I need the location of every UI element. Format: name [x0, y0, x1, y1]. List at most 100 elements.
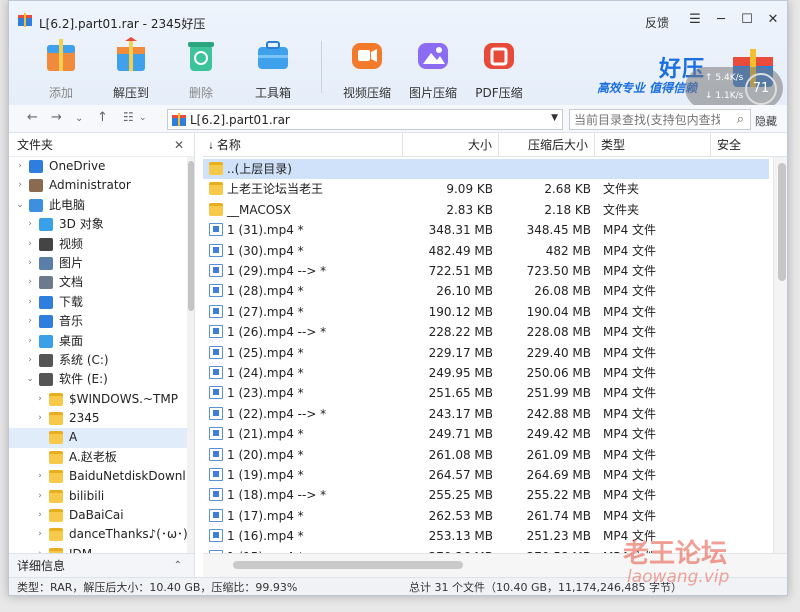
sidebar-item[interactable]: › 下载 [9, 293, 194, 312]
folder-tree-scroll-thumb[interactable] [188, 161, 194, 311]
file-row[interactable]: 1 (26).mp4 --> * 228.22 MB 228.08 MB MP4 文件 [203, 322, 769, 342]
file-row[interactable]: __MACOSX 2.83 KB 2.18 KB 文件夹 [203, 200, 769, 220]
close-panel-icon[interactable]: ✕ [174, 133, 184, 157]
image-compress-button[interactable]: 图片压缩 [403, 37, 463, 101]
search-icon[interactable]: ⌕ [737, 112, 744, 127]
column-size[interactable]: 大小 [403, 133, 499, 157]
file-row[interactable]: 1 (18).mp4 --> * 255.25 MB 255.22 MB MP4 文件 [203, 485, 769, 505]
chevron-right-icon[interactable]: › [25, 312, 35, 331]
column-type[interactable]: 类型 [595, 133, 711, 157]
column-compressed[interactable]: 压缩后大小 [499, 133, 595, 157]
chevron-right-icon[interactable]: › [25, 351, 35, 370]
column-name[interactable]: 🠗 名称 [203, 133, 403, 157]
hide-button[interactable]: 隐藏 [755, 113, 777, 129]
horizontal-scroll-thumb[interactable] [233, 561, 463, 569]
sidebar-item[interactable]: ⌄ 软件 (E:) [9, 370, 194, 389]
path-field[interactable]: L[6.2].part01.rar ▼ [167, 109, 563, 130]
chevron-down-icon[interactable]: ⌄ [25, 370, 35, 389]
chevron-right-icon[interactable]: › [35, 390, 45, 409]
back-arrow-icon[interactable]: ← [27, 110, 38, 125]
file-row[interactable]: 1 (28).mp4 * 26.10 MB 26.08 MB MP4 文件 [203, 281, 769, 301]
sidebar-item-label: 桌面 [59, 333, 84, 348]
chevron-right-icon[interactable]: › [25, 215, 35, 234]
minimize-icon[interactable]: ─ [711, 12, 731, 27]
sidebar-item[interactable]: › Administrator [9, 176, 194, 195]
extract-button[interactable]: 解压到 [101, 37, 161, 101]
sidebar-item[interactable]: › danceThanks♪(･ω･) [9, 525, 194, 544]
network-speed-widget[interactable]: ↑ 5.4K/s ↓ 1.1K/s 71 [685, 67, 783, 109]
file-row[interactable]: 1 (20).mp4 * 261.08 MB 261.09 MB MP4 文件 [203, 445, 769, 465]
file-row[interactable]: 1 (24).mp4 * 249.95 MB 250.06 MB MP4 文件 [203, 363, 769, 383]
sidebar-item[interactable]: › 2345 [9, 409, 194, 428]
file-name-cell: 上老王论坛当老王 [209, 179, 399, 199]
search-box[interactable]: ⌕ [569, 109, 751, 130]
view-mode-chevron-icon[interactable]: ⌄ [139, 113, 147, 123]
sidebar-item[interactable]: › 文档 [9, 273, 194, 292]
file-row[interactable]: 1 (25).mp4 * 229.17 MB 229.40 MB MP4 文件 [203, 343, 769, 363]
sidebar-item[interactable]: › bilibili [9, 487, 194, 506]
chevron-right-icon[interactable]: › [25, 235, 35, 254]
details-panel-header[interactable]: 详细信息 ⌃ [9, 553, 195, 577]
file-row[interactable]: 上老王论坛当老王 9.09 KB 2.68 KB 文件夹 [203, 179, 769, 199]
delete-button[interactable]: 删除 [171, 37, 231, 101]
file-row[interactable]: 1 (30).mp4 * 482.49 MB 482 MB MP4 文件 [203, 241, 769, 261]
chevron-right-icon[interactable]: › [15, 176, 25, 195]
file-list-scroll-thumb[interactable] [778, 163, 786, 281]
file-row[interactable]: 1 (19).mp4 * 264.57 MB 264.69 MB MP4 文件 [203, 465, 769, 485]
feedback-link[interactable]: 反馈 [645, 14, 669, 31]
sidebar-item[interactable]: › 桌面 [9, 332, 194, 351]
sidebar-item[interactable]: › 视频 [9, 235, 194, 254]
toolbox-button[interactable]: 工具箱 [243, 37, 303, 101]
folder-tree-scrollbar[interactable] [187, 157, 194, 553]
file-size: 229.17 MB [428, 345, 493, 360]
file-row[interactable]: 1 (23).mp4 * 251.65 MB 251.99 MB MP4 文件 [203, 383, 769, 403]
sidebar-item[interactable]: ⌄ 此电脑 [9, 196, 194, 215]
menu-icon[interactable]: ☰ [685, 12, 705, 27]
sidebar-item[interactable]: › BaiduNetdiskDownl [9, 467, 194, 486]
sidebar-item[interactable]: › OneDrive [9, 157, 194, 176]
history-chevron-icon[interactable]: ⌄ [75, 113, 83, 124]
view-mode-icon[interactable]: ☷ [123, 110, 134, 124]
sidebar-item[interactable]: A.赵老板 [9, 448, 194, 467]
sidebar-item[interactable]: › DaBaiCai [9, 506, 194, 525]
sidebar-item[interactable]: › 3D 对象 [9, 215, 194, 234]
file-name-cell: __MACOSX [209, 200, 399, 220]
chevron-right-icon[interactable]: › [25, 254, 35, 273]
sidebar-item[interactable]: › IDM [9, 545, 194, 553]
sidebar-item[interactable]: › 系统 (C:) [9, 351, 194, 370]
file-row[interactable]: ..(上层目录) [203, 159, 769, 180]
sidebar-item[interactable]: › 音乐 [9, 312, 194, 331]
up-arrow-icon[interactable]: ↑ [97, 110, 108, 125]
file-list-scrollbar[interactable] [773, 157, 787, 553]
close-icon[interactable]: ✕ [763, 12, 783, 27]
file-row[interactable]: 1 (27).mp4 * 190.12 MB 190.04 MB MP4 文件 [203, 302, 769, 322]
chevron-down-icon[interactable]: ⌄ [15, 196, 25, 215]
chevron-right-icon[interactable]: › [35, 409, 45, 428]
sidebar-item[interactable]: › 图片 [9, 254, 194, 273]
chevron-right-icon[interactable]: › [35, 487, 45, 506]
chevron-right-icon[interactable]: › [25, 273, 35, 292]
add-button[interactable]: 添加 [31, 37, 91, 101]
chevron-right-icon[interactable]: › [35, 525, 45, 544]
file-row[interactable]: 1 (31).mp4 * 348.31 MB 348.45 MB MP4 文件 [203, 220, 769, 240]
sidebar-item[interactable]: › $WINDOWS.~TMP [9, 390, 194, 409]
chevron-right-icon[interactable]: › [25, 293, 35, 312]
chevron-right-icon[interactable]: › [35, 467, 45, 486]
pdf-compress-button[interactable]: PDF压缩 [469, 37, 529, 101]
file-row[interactable]: 1 (22).mp4 --> * 243.17 MB 242.88 MB MP4 文件 [203, 404, 769, 424]
video-compress-button[interactable]: 视频压缩 [337, 37, 397, 101]
forward-arrow-icon[interactable]: → [51, 110, 62, 125]
chevron-right-icon[interactable]: › [15, 157, 25, 176]
chevron-right-icon[interactable]: › [25, 332, 35, 351]
path-dropdown-icon[interactable]: ▼ [551, 113, 558, 123]
search-input[interactable] [570, 110, 720, 129]
chevron-right-icon[interactable]: › [35, 506, 45, 525]
file-row[interactable]: 1 (21).mp4 * 249.71 MB 249.42 MB MP4 文件 [203, 424, 769, 444]
chevron-up-icon[interactable]: ⌃ [174, 554, 182, 578]
column-security[interactable]: 安全 [711, 133, 773, 157]
chevron-right-icon[interactable]: › [35, 545, 45, 553]
file-row[interactable]: 1 (17).mp4 * 262.53 MB 261.74 MB MP4 文件 [203, 506, 769, 526]
sidebar-item[interactable]: A [9, 428, 194, 448]
file-row[interactable]: 1 (29).mp4 --> * 722.51 MB 723.50 MB MP4 文件 [203, 261, 769, 281]
maximize-icon[interactable]: ☐ [737, 12, 757, 27]
